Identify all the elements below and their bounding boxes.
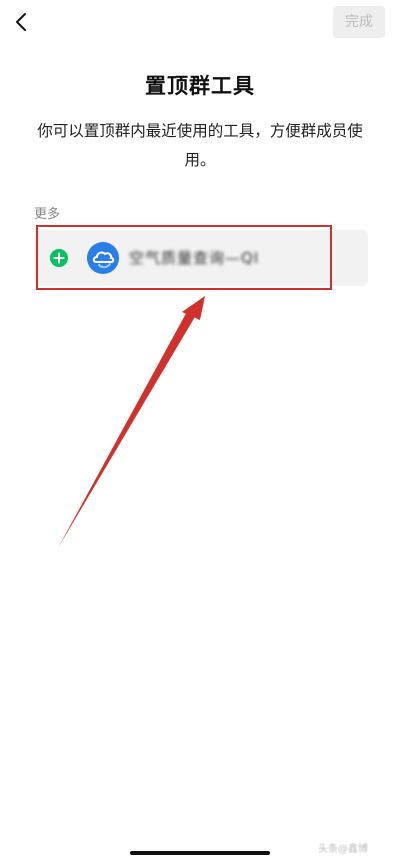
add-tool-button[interactable] [50, 249, 68, 267]
done-button[interactable]: 完成 [333, 6, 385, 38]
page-description: 你可以置顶群内最近使用的工具，方便群成员使用。 [37, 122, 363, 169]
home-indicator [130, 851, 270, 855]
tool-list-item[interactable]: 空气质量查询—QI [34, 230, 368, 286]
plus-circle-icon [53, 252, 65, 264]
cloud-app-icon [87, 242, 119, 274]
chevron-left-icon [16, 13, 26, 31]
top-bar: 完成 [0, 0, 400, 48]
more-section-label: 更多 [34, 207, 61, 222]
tool-name: 空气质量查询—QI [129, 249, 260, 267]
watermark: 头条@鑫博 [318, 844, 368, 855]
back-button[interactable] [8, 8, 36, 36]
page-title: 置顶群工具 [145, 74, 255, 98]
